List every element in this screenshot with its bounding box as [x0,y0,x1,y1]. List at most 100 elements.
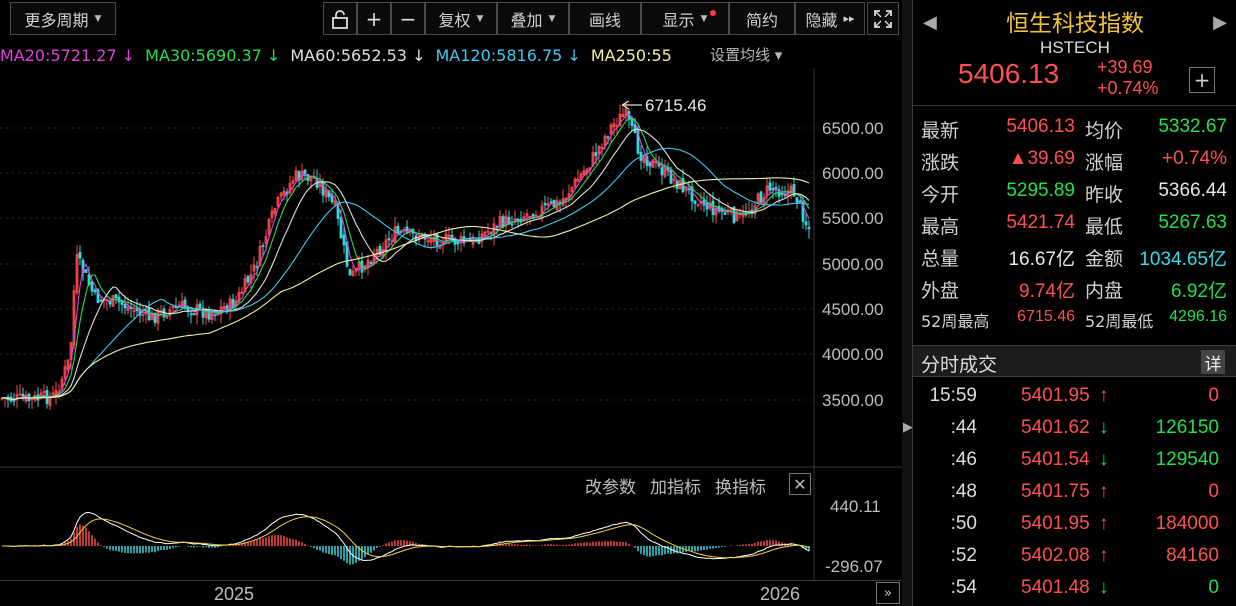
quote-label: 52周最低 [1085,312,1154,331]
quote-label: 52周最高 [921,312,990,331]
change-params-button[interactable]: 改参数 [585,473,636,498]
trade-volume: 184000 [1155,513,1219,534]
candle-body [780,193,784,195]
trade-price: 5401.48 [1021,577,1090,598]
quote-value: 6.92亿 [1171,281,1227,302]
close-indicator-button[interactable]: ✕ [789,473,811,495]
quote-label: 涨跌 [921,152,960,174]
price-tick: 3500.00 [822,391,883,410]
candle-body [114,294,118,299]
macd-axis-bottom: -296.07 [825,557,883,576]
lock-button[interactable] [323,2,357,35]
trade-volume: 84160 [1166,545,1219,566]
trade-price: 5401.54 [1021,449,1090,470]
price-change: +39.69 +0.74% [1097,57,1159,99]
date-label: 2025 [214,584,255,604]
quote-value: 5406.13 [1006,116,1075,137]
candle-body [189,313,193,316]
candle-body [807,226,811,230]
candle-body [396,225,400,234]
peak-price-label: 6715.46 [645,96,706,115]
trade-time: :44 [950,417,977,438]
quote-row: 52周最高 6715.46 52周最低 4296.16 [913,304,1236,336]
quote-value: 5332.67 [1158,116,1227,137]
candle-body [387,238,391,241]
candle-body [99,299,103,302]
price-tick: 4500.00 [822,300,883,319]
candle-body [768,182,772,191]
ma-settings-dropdown[interactable]: 设置均线 ▾ [710,44,789,65]
ma-line [1,118,810,401]
trade-volume: 126150 [1155,417,1219,438]
candle-body [84,269,88,273]
scroll-right-button[interactable]: » [876,582,900,604]
change-amount: +39.69 [1097,57,1153,77]
arrow-down-icon: ↓ [1099,417,1109,438]
quote-label: 昨收 [1085,184,1124,206]
stock-name: 恒生科技指数 [1006,11,1144,37]
fullscreen-button[interactable] [867,2,899,35]
caret-down-icon: ▼ [94,13,102,24]
period-dropdown[interactable]: 更多周期 ▼ [10,2,116,35]
quote-value: 6715.46 [1017,308,1075,325]
price-tick: 5500.00 [822,209,883,228]
lock-icon [332,9,348,29]
ma-line [1,147,810,401]
ma-line [1,177,810,401]
quote-value: 5267.63 [1158,212,1227,233]
trade-row: :48 5401.75 ↑ 0 [913,476,1236,508]
candle-body [594,152,598,157]
fullscreen-icon [874,9,892,28]
quote-value: ▲39.69 [1008,148,1075,169]
double-chevron-right-icon: » [884,585,892,601]
macd-chart[interactable]: 440.11 -296.07 [0,468,902,580]
simple-button[interactable]: 简约 [729,2,795,35]
price-axis: 6500.00 6000.00 5500.00 5000.00 4500.00 … [813,68,902,468]
ma60-value: MA60:5652.53 ↓ [290,45,426,65]
rights-dropdown[interactable]: 复权 ▼ [425,2,497,35]
add-watchlist-button[interactable]: + [1189,67,1215,93]
current-price: 5406.13 [958,58,1060,89]
price-tick: 6500.00 [822,119,883,138]
overlay-dropdown[interactable]: 叠加 ▼ [497,2,569,35]
display-dropdown[interactable]: 显示 ▼ [641,2,729,35]
candle-body [549,201,553,204]
caret-down-icon: ▼ [548,13,556,24]
candle-body [78,251,82,259]
candle-body [771,188,775,191]
add-indicator-button[interactable]: 加指标 [650,473,701,498]
rights-label: 复权 [438,10,471,30]
hide-button[interactable]: 隐藏 ▸▸ [795,2,865,35]
candle-body [783,194,787,197]
candle-body [246,275,250,283]
draw-button[interactable]: 画线 [569,2,641,35]
zoom-out-button[interactable]: − [391,2,425,35]
ma30-value: MA30:5690.37 ↓ [145,45,281,65]
trades-header: 分时成交 详 [913,345,1236,377]
quote-label: 金额 [1085,248,1124,270]
candlesticks [0,101,811,411]
candle-body [510,223,514,226]
candle-body [795,197,799,203]
price-tick: 6000.00 [822,164,883,183]
trade-price: 5401.75 [1021,481,1090,502]
quote-label: 涨幅 [1085,152,1124,174]
candle-body [606,136,610,139]
arrow-down-icon: ↓ [1099,577,1109,598]
trade-price: 5401.95 [1021,385,1090,406]
draw-label: 画线 [588,10,621,30]
zoom-in-button[interactable]: + [357,2,391,35]
switch-indicator-button[interactable]: 换指标 [715,473,766,498]
quote-label: 外盘 [921,280,960,302]
candlestick-chart[interactable]: 6715.46 6500.00 6000.00 5500.00 5000.00 … [0,68,902,468]
trades-detail-button[interactable]: 详 [1201,350,1225,375]
indicator-tools: 改参数 加指标 换指标 [585,472,766,498]
candle-body [516,218,520,221]
candle-body [501,216,505,228]
quote-row: 最高 5421.74 最低 5267.63 [913,208,1236,240]
trade-volume: 0 [1208,577,1219,598]
quote-row: 涨跌 ▲39.69 涨幅 +0.74% [913,144,1236,176]
trade-volume: 129540 [1155,449,1219,470]
minus-icon: − [399,6,417,31]
trade-time: :54 [950,577,977,598]
